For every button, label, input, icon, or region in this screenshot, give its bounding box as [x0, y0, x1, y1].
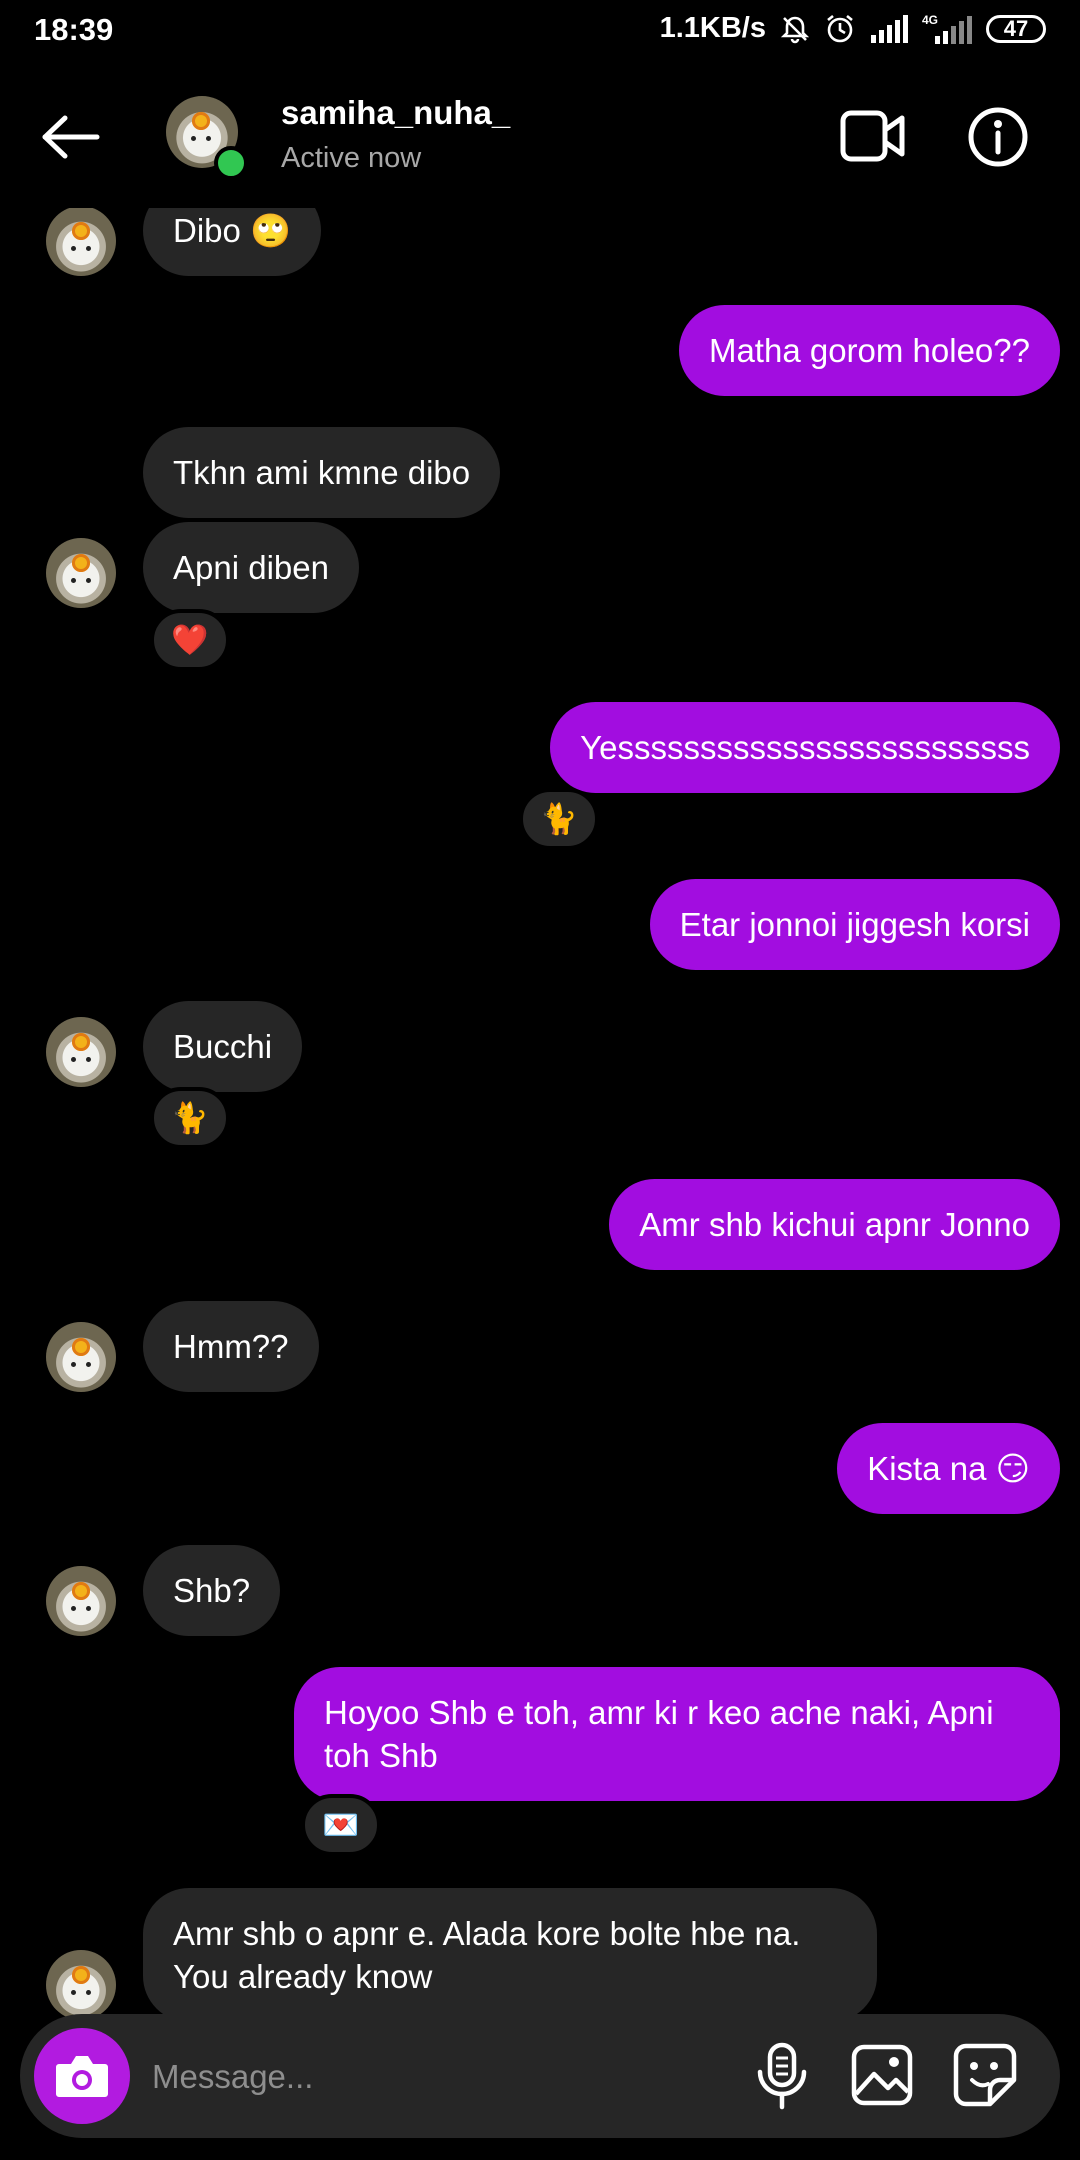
- presence-status: Active now: [281, 142, 422, 174]
- signal-icon: [870, 14, 908, 43]
- chat-header: samiha_nuha_ Active now: [0, 62, 1080, 208]
- online-indicator: [214, 146, 248, 180]
- message-incoming[interactable]: Bucchi: [143, 1001, 303, 1092]
- back-button[interactable]: [36, 112, 106, 162]
- sender-avatar[interactable]: [46, 206, 116, 276]
- gallery-icon: [851, 2044, 913, 2106]
- message-outgoing[interactable]: Amr shb kichui apnr Jonno: [609, 1179, 1060, 1270]
- sender-avatar[interactable]: [46, 1950, 116, 2020]
- alarm-icon: [824, 13, 856, 45]
- camera-icon: [56, 2056, 108, 2097]
- message-incoming[interactable]: Apni diben: [143, 522, 359, 613]
- reaction-badge[interactable]: 💌: [301, 1794, 381, 1856]
- sender-avatar[interactable]: [46, 538, 116, 608]
- message-composer: [20, 2014, 1060, 2138]
- network-type-label: 4G: [922, 12, 939, 27]
- message-input[interactable]: [150, 2046, 734, 2108]
- chat-username[interactable]: samiha_nuha_: [281, 94, 510, 132]
- video-call-icon: [840, 110, 905, 162]
- info-icon: [968, 107, 1028, 167]
- battery-level: 47: [1003, 15, 1029, 41]
- reaction-badge[interactable]: 🐈: [150, 1087, 230, 1149]
- camera-button[interactable]: [34, 2028, 130, 2124]
- gallery-button[interactable]: [850, 2042, 914, 2108]
- battery-icon: 47: [986, 14, 1046, 43]
- mute-bell-icon: [780, 14, 810, 44]
- status-bar: 18:39 1.1KB/s 4G 47: [0, 0, 1080, 62]
- status-icons: 1.1KB/s 4G 47: [660, 12, 1046, 45]
- message-outgoing[interactable]: Matha gorom holeo??: [678, 305, 1060, 396]
- message-incoming[interactable]: Amr shb o apnr e. Alada kore bolte hbe n…: [143, 1888, 877, 2022]
- message-outgoing[interactable]: Kista na 😏: [837, 1423, 1060, 1514]
- status-time: 18:39: [34, 12, 114, 47]
- reaction-badge[interactable]: 🐈: [519, 788, 599, 850]
- message-incoming[interactable]: Hmm??: [143, 1301, 319, 1392]
- sender-avatar[interactable]: [46, 1017, 116, 1087]
- sticker-icon: [953, 2043, 1017, 2107]
- sender-avatar[interactable]: [46, 1566, 116, 1636]
- sticker-button[interactable]: [952, 2042, 1018, 2108]
- message-outgoing[interactable]: Hoyoo Shb e toh, amr ki r keo ache naki,…: [294, 1667, 1060, 1801]
- network-speed: 1.1KB/s: [659, 12, 766, 44]
- sender-avatar[interactable]: [46, 1322, 116, 1392]
- message-incoming[interactable]: Shb?: [143, 1545, 281, 1636]
- message-outgoing[interactable]: Etar jonnoi jiggesh korsi: [649, 879, 1060, 970]
- reaction-badge[interactable]: ❤️: [150, 609, 230, 671]
- signal-4g-icon: 4G: [922, 14, 972, 44]
- microphone-icon: [757, 2042, 807, 2110]
- message-incoming[interactable]: Tkhn ami kmne dibo: [143, 427, 501, 518]
- voice-message-button[interactable]: [750, 2042, 814, 2110]
- video-call-button[interactable]: [840, 108, 906, 164]
- message-outgoing[interactable]: Yesssssssssssssssssssssssss: [550, 702, 1060, 793]
- info-button[interactable]: [967, 106, 1029, 168]
- back-arrow-icon: [42, 115, 100, 159]
